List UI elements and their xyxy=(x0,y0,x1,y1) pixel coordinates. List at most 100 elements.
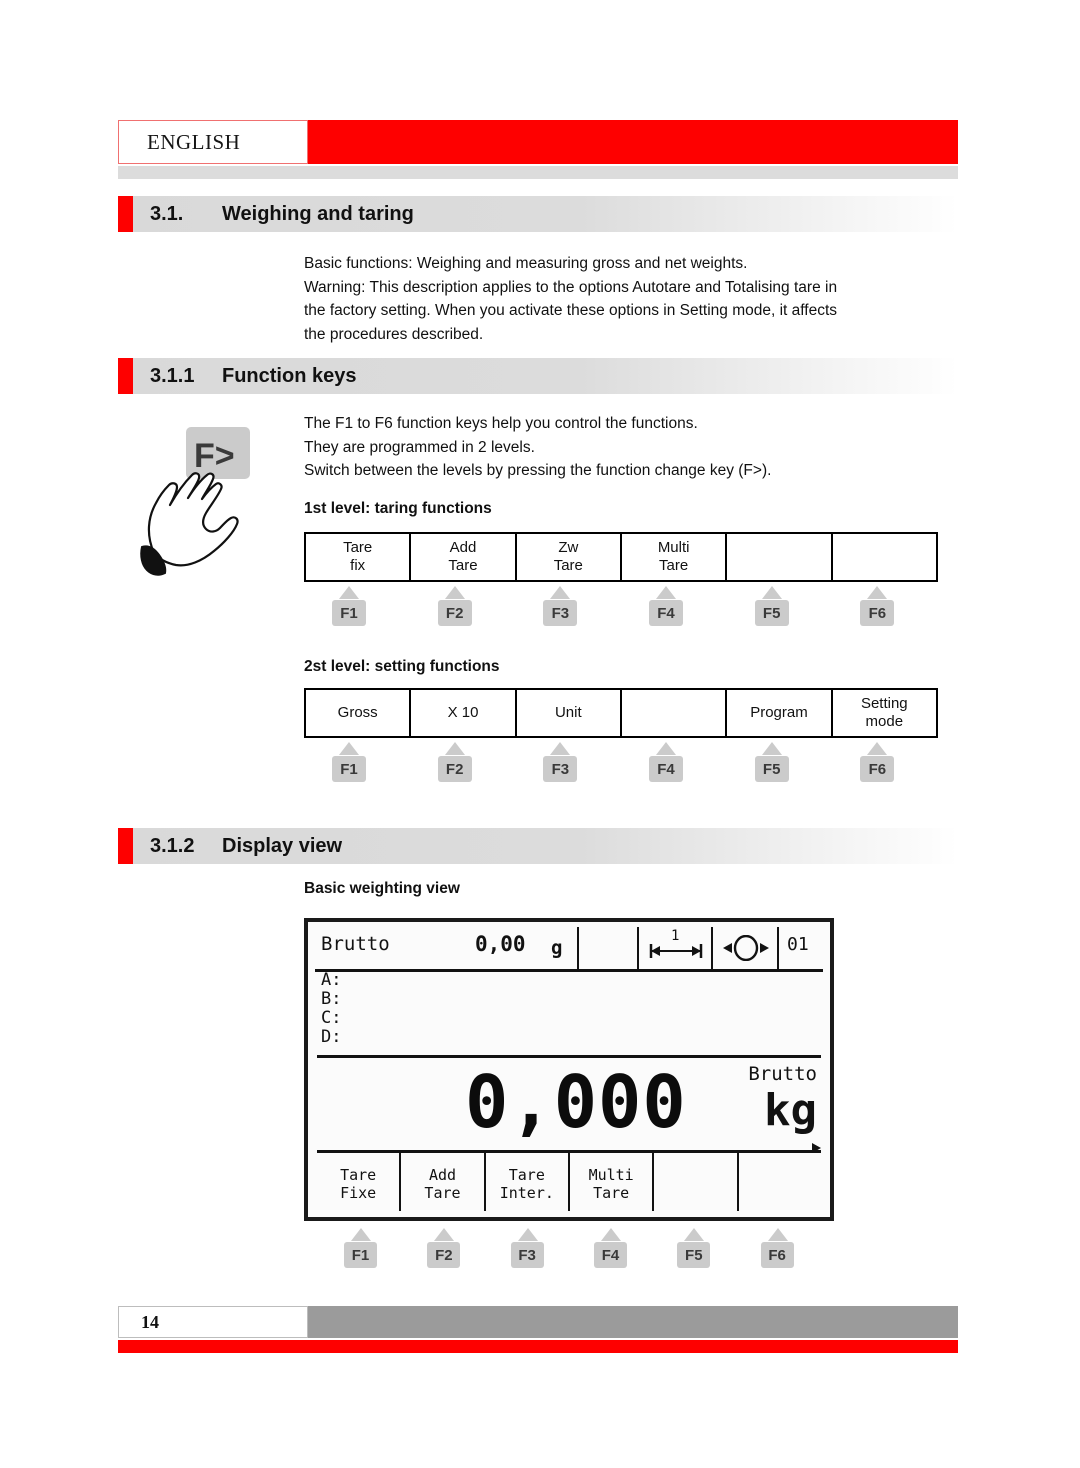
fkey-button-f5[interactable]: F5 xyxy=(677,1242,711,1268)
triangle-pointer-icon xyxy=(517,1228,538,1241)
section-number-weighing: 3.1. xyxy=(150,202,184,225)
level2-cell-f2: X 10 xyxy=(411,690,517,736)
level2-cell-f2-line1: X 10 xyxy=(447,704,479,721)
level1-function-table: Tare fix Add Tare Zw Tare Multi Tare xyxy=(304,532,938,582)
lcd-separator xyxy=(777,927,779,969)
page-number: 14 xyxy=(141,1311,159,1332)
lcd-softkey-f4[interactable]: Multi Tare xyxy=(570,1153,655,1211)
lcd-main-weight-value: 0,000 xyxy=(465,1060,687,1144)
level2-cell-f5: Program xyxy=(727,690,833,736)
fkey-slot-4: F4 xyxy=(621,586,727,634)
section-title-weighing: Weighing and taring xyxy=(222,202,414,225)
fkey-button-f6[interactable]: F6 xyxy=(860,600,895,626)
weighing-paragraph-line-4: the procedures described. xyxy=(304,325,484,343)
level2-cell-f1: Gross xyxy=(306,690,412,736)
triangle-pointer-icon xyxy=(434,1228,455,1241)
triangle-pointer-icon xyxy=(550,586,571,599)
level1-cell-f3: Zw Tare xyxy=(517,534,622,580)
fkey-button-f5[interactable]: F5 xyxy=(754,756,789,782)
fkey-button-f1[interactable]: F1 xyxy=(344,1242,377,1268)
lcd-softkey-f4-line2: Tare xyxy=(593,1183,630,1202)
lcd-softkey-f6[interactable] xyxy=(739,1153,821,1211)
fkey-button-f4[interactable]: F4 xyxy=(649,600,684,626)
lcd-zero-indicator xyxy=(719,934,773,962)
hand-fkey-svg: F> xyxy=(140,427,250,576)
lcd-softkey-f3-line1: Tare xyxy=(508,1165,545,1184)
fkey-button-f2[interactable]: F2 xyxy=(437,756,472,782)
fkey-button-f4[interactable]: F4 xyxy=(649,756,684,782)
function-keys-paragraph-line-3: Switch between the levels by pressing th… xyxy=(304,462,772,479)
function-change-key-label: F> xyxy=(194,437,235,475)
lcd-softkey-f2[interactable]: Add Tare xyxy=(401,1153,486,1211)
lcd-softkey-f3[interactable]: Tare Inter. xyxy=(486,1153,570,1211)
level2-fkey-row: F1 F2 F3 F4 F5 F6 xyxy=(304,742,938,790)
fkey-slot-1: F1 xyxy=(322,1228,405,1276)
fkey-button-f1[interactable]: F1 xyxy=(332,756,366,782)
fkey-slot-5: F5 xyxy=(727,586,833,634)
fkey-button-f6[interactable]: F6 xyxy=(860,756,895,782)
lcd-separator xyxy=(711,927,713,969)
fkey-button-f3[interactable]: F3 xyxy=(510,1242,544,1268)
lcd-tare-weight-unit: g xyxy=(551,937,563,959)
lcd-range-indicator: 1 xyxy=(645,928,707,961)
level1-label: 1st level: taring functions xyxy=(304,500,492,517)
fkey-button-f3[interactable]: F3 xyxy=(543,600,578,626)
triangle-pointer-icon xyxy=(339,586,359,599)
fkey-slot-4: F4 xyxy=(621,742,727,790)
level1-cell-f3-line2: Tare xyxy=(553,557,583,574)
triangle-pointer-icon xyxy=(684,1228,705,1241)
lcd-softkey-f5[interactable] xyxy=(654,1153,739,1211)
lcd-softkey-f2-line1: Add xyxy=(428,1165,457,1184)
section-red-marker xyxy=(118,828,133,864)
level2-cell-f3: Unit xyxy=(517,690,622,736)
fkey-slot-3: F3 xyxy=(489,1228,572,1276)
lcd-softkey-f1[interactable]: Tare Fixe xyxy=(317,1153,402,1211)
fkey-button-f3[interactable]: F3 xyxy=(543,756,578,782)
section-title-function-keys: Function keys xyxy=(222,364,357,387)
triangle-pointer-icon xyxy=(767,1228,788,1241)
fkey-button-f2[interactable]: F2 xyxy=(437,600,472,626)
level2-cell-f6-line1: Setting xyxy=(860,695,908,712)
lcd-mode-label: Brutto xyxy=(321,933,390,955)
triangle-pointer-icon xyxy=(656,742,677,755)
weighing-paragraph-line-2: Warning: This description applies to the… xyxy=(304,278,838,296)
triangle-pointer-icon xyxy=(600,1228,621,1241)
fkey-button-f5[interactable]: F5 xyxy=(754,600,789,626)
function-keys-paragraph-line-1: The F1 to F6 function keys help you cont… xyxy=(304,415,698,432)
fkey-slot-6: F6 xyxy=(739,1228,822,1276)
fkey-slot-5: F5 xyxy=(727,742,833,790)
section-red-marker xyxy=(118,358,133,394)
level2-function-table: Gross X 10 Unit Program Setting mode xyxy=(304,688,938,738)
fkey-button-f6[interactable]: F6 xyxy=(760,1242,794,1268)
level1-cell-f5 xyxy=(727,534,833,580)
triangle-pointer-icon xyxy=(761,742,782,755)
fkey-button-f4[interactable]: F4 xyxy=(593,1242,627,1268)
level1-cell-f3-line1: Zw xyxy=(558,539,579,556)
language-tab: ENGLISH xyxy=(118,120,308,164)
lcd-softkey-f1-line1: Tare xyxy=(340,1165,377,1184)
fkey-button-f2[interactable]: F2 xyxy=(427,1242,461,1268)
level1-cell-f2-line2: Tare xyxy=(448,557,478,574)
fkey-slot-6: F6 xyxy=(832,742,938,790)
lcd-main-mode-label: Brutto xyxy=(748,1063,817,1085)
lcd-info-row-d: D: xyxy=(321,1027,342,1047)
level2-cell-f3-line1: Unit xyxy=(554,704,582,721)
triangle-pointer-icon xyxy=(444,742,465,755)
scroll-right-arrow-icon xyxy=(812,1143,821,1153)
triangle-pointer-icon xyxy=(761,586,782,599)
triangle-pointer-icon xyxy=(351,1228,371,1241)
hand-icon xyxy=(147,472,239,567)
fkey-slot-1: F1 xyxy=(304,742,410,790)
fkey-slot-2: F2 xyxy=(410,742,516,790)
weighing-paragraph-line-3: the factory setting. When you activate t… xyxy=(304,302,838,319)
language-tab-label: ENGLISH xyxy=(147,129,241,154)
section-heading-weighing: 3.1. Weighing and taring xyxy=(118,196,958,232)
triangle-pointer-icon xyxy=(867,742,888,755)
level1-cell-f4-line1: Multi xyxy=(657,539,690,556)
section-title-display-view: Display view xyxy=(222,834,343,857)
lcd-main-weight-unit: kg xyxy=(764,1085,817,1136)
level2-cell-f6-line2: mode xyxy=(865,713,904,730)
lcd-screen: Brutto 0,00 g 1 01 A: B: C: D: 0,000 Bru… xyxy=(315,927,823,1213)
fkey-button-f1[interactable]: F1 xyxy=(332,600,366,626)
lcd-position-number: 01 xyxy=(787,934,809,955)
